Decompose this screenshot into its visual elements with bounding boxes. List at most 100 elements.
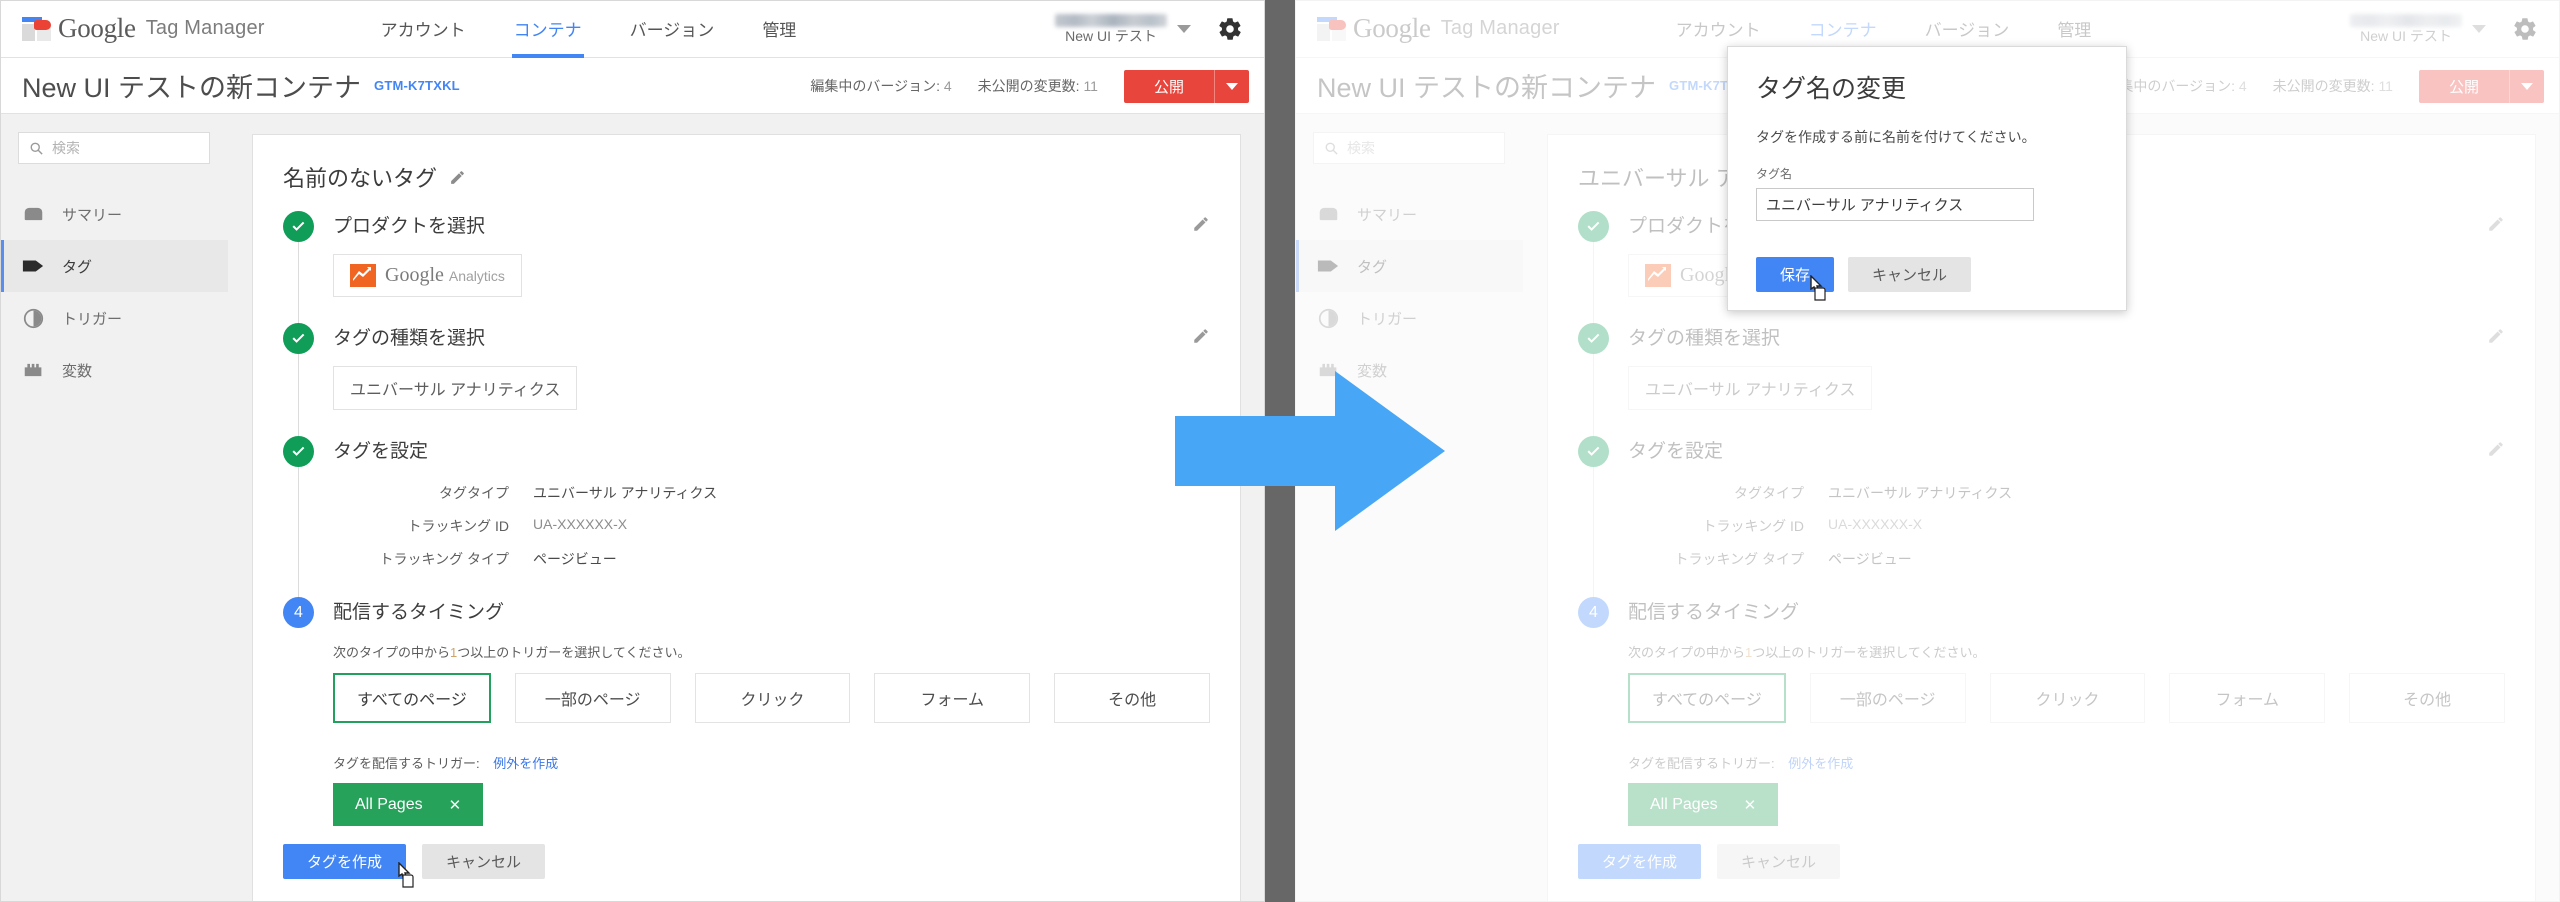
card-actions: タグを作成 キャンセル (1578, 844, 1841, 879)
config-value: ユニバーサル アナリティクス (1828, 485, 2013, 501)
top-nav-bar: Google Tag Manager アカウント コンテナ バージョン 管理 N… (0, 0, 1265, 58)
sidebar: 検索 サマリー タグ トリガー 変数 (0, 114, 228, 902)
search-input[interactable]: 検索 (18, 132, 210, 164)
trigger-type-click[interactable]: クリック (1989, 673, 2146, 723)
step-rail (1593, 239, 1594, 335)
trigger-type-some-pages[interactable]: 一部のページ (1809, 673, 1966, 723)
pencil-icon[interactable] (2487, 215, 2505, 233)
top-nav-right: New UI テスト (2350, 0, 2546, 58)
sidebar-item-label: サマリー (1357, 206, 1418, 224)
trigger-chip-all-pages[interactable]: All Pages ✕ (333, 783, 484, 826)
publish-dropdown-button[interactable] (1214, 69, 1249, 103)
trigger-hint: 次のタイプの中から1つ以上のトリガーを選択してください。 (333, 645, 691, 660)
tag-editor-card: 名前のないタグ プロダクトを選択 Google Analytics タグの種類を… (252, 134, 1241, 902)
sidebar-item-label: トリガー (62, 310, 123, 328)
gtm-logo[interactable]: Google Tag Manager (22, 13, 265, 44)
create-exception-link[interactable]: 例外を作成 (493, 756, 558, 771)
google-analytics-icon (350, 264, 376, 287)
tag-type-label: ユニバーサル アナリティクス (350, 382, 561, 399)
ga-logo-sub: Analytics (448, 267, 505, 284)
save-button[interactable]: 保存 (1756, 257, 1835, 292)
logo-google-word: Google (58, 13, 136, 43)
step-configure-tag: タグを設定 タグタイプ ユニバーサル アナリティクス トラッキング ID UA-… (283, 436, 1210, 609)
config-value: UA-XXXXXX-X (1828, 516, 1923, 532)
step-firing-timing: 4 配信するタイミング 次のタイプの中から1つ以上のトリガーを選択してください。… (283, 597, 1210, 830)
google-analytics-icon (1645, 264, 1671, 287)
pencil-icon[interactable] (2487, 327, 2505, 345)
close-icon[interactable]: ✕ (449, 796, 462, 814)
tag-type-chip[interactable]: ユニバーサル アナリティクス (333, 366, 578, 410)
tab-accounts[interactable]: アカウント (357, 0, 490, 58)
tab-versions[interactable]: バージョン (606, 0, 739, 58)
trigger-type-all-pages[interactable]: すべてのページ (333, 673, 491, 723)
close-icon[interactable]: ✕ (1744, 796, 1757, 814)
right-panel-after: Google Tag Manager アカウント コンテナ バージョン 管理 N… (1295, 0, 2560, 902)
trigger-type-some-pages[interactable]: 一部のページ (514, 673, 671, 723)
gear-icon[interactable] (1215, 14, 1245, 44)
firing-trigger-label: タグを配信するトリガー: 例外を作成 (1628, 756, 1854, 771)
trigger-type-all-pages[interactable]: すべてのページ (1628, 673, 1786, 723)
publish-button[interactable]: 公開 (2418, 69, 2509, 103)
firing-trigger-label: タグを配信するトリガー: 例外を作成 (333, 756, 559, 771)
sidebar-item-variables[interactable]: 変数 (0, 344, 228, 396)
sidebar-item-tags[interactable]: タグ (1295, 240, 1523, 292)
account-picker[interactable]: New UI テスト (2350, 13, 2490, 44)
sidebar-item-summary[interactable]: サマリー (1295, 188, 1523, 240)
trigger-type-form[interactable]: フォーム (874, 673, 1031, 723)
trigger-type-form[interactable]: フォーム (2169, 673, 2326, 723)
step-status-done-icon (1578, 211, 1609, 242)
create-exception-link[interactable]: 例外を作成 (1788, 756, 1853, 771)
tab-containers[interactable]: コンテナ (490, 0, 606, 58)
gear-icon[interactable] (2510, 14, 2540, 44)
publish-dropdown-button[interactable] (2509, 69, 2544, 103)
trigger-hint: 次のタイプの中から1つ以上のトリガーを選択してください。 (1628, 645, 1986, 660)
pencil-icon[interactable] (2487, 440, 2505, 458)
search-input[interactable]: 検索 (1313, 132, 1505, 164)
unpublished-changes-status: 未公開の変更数: 11 (2272, 78, 2393, 94)
tab-admin[interactable]: 管理 (738, 0, 820, 58)
sidebar-item-triggers[interactable]: トリガー (0, 292, 228, 344)
top-nav-items: アカウント コンテナ バージョン 管理 (357, 0, 821, 58)
cancel-button[interactable]: キャンセル (422, 844, 546, 879)
publish-button[interactable]: 公開 (1123, 69, 1214, 103)
tag-type-chip[interactable]: ユニバーサル アナリティクス (1628, 366, 1873, 410)
panel-divider (1265, 0, 1295, 902)
step-title: タグの種類を選択 (333, 328, 486, 349)
chevron-down-icon (2472, 25, 2486, 33)
tag-name-input[interactable]: ユニバーサル アナリティクス (1756, 188, 2034, 221)
config-value: ページビュー (1828, 551, 1912, 567)
gtm-logo[interactable]: Google Tag Manager (1317, 13, 1560, 44)
product-chip-google-analytics[interactable]: Google Analytics (333, 254, 522, 297)
trigger-type-other[interactable]: その他 (1054, 673, 1210, 723)
pencil-icon[interactable] (1192, 327, 1210, 345)
logo-tagmanager-word: Tag Manager (1440, 17, 1560, 39)
sidebar-item-tags[interactable]: タグ (0, 240, 228, 292)
trigger-icon (22, 307, 44, 329)
cancel-button[interactable]: キャンセル (1848, 257, 1972, 292)
step-title: プロダクトを選択 (333, 216, 486, 237)
create-tag-button[interactable]: タグを作成 (1578, 844, 1702, 879)
trigger-type-click[interactable]: クリック (694, 673, 851, 723)
left-panel-before: Google Tag Manager アカウント コンテナ バージョン 管理 N… (0, 0, 1265, 902)
account-picker[interactable]: New UI テスト (1055, 13, 1195, 44)
sidebar-item-label: トリガー (1357, 310, 1418, 328)
trigger-chip-all-pages[interactable]: All Pages ✕ (1628, 783, 1779, 826)
create-tag-button[interactable]: タグを作成 (283, 844, 407, 879)
step-select-tag-type: タグの種類を選択 ユニバーサル アナリティクス (283, 323, 1210, 448)
step-status-done-icon (1578, 323, 1609, 354)
cancel-button[interactable]: キャンセル (1717, 844, 1841, 879)
pencil-icon[interactable] (1192, 440, 1210, 458)
sidebar-item-variables[interactable]: 変数 (1295, 344, 1523, 396)
sidebar-item-triggers[interactable]: トリガー (1295, 292, 1523, 344)
ga-logo-word: Google (385, 264, 444, 286)
search-icon (30, 142, 43, 155)
pencil-icon[interactable] (1192, 215, 1210, 233)
publish-button-group: 公開 (1123, 69, 1249, 103)
pencil-icon[interactable] (449, 169, 466, 186)
trigger-type-other[interactable]: その他 (2349, 673, 2505, 723)
tag-config-table: タグタイプ ユニバーサル アナリティクス トラッキング ID UA-XXXXXX… (333, 483, 1210, 569)
unpublished-changes-status: 未公開の変更数: 11 (977, 78, 1098, 94)
step-select-product: プロダクトを選択 (283, 211, 1210, 335)
trigger-type-buttons: すべてのページ 一部のページ クリック フォーム その他 (1628, 673, 2505, 723)
sidebar-item-summary[interactable]: サマリー (0, 188, 228, 240)
